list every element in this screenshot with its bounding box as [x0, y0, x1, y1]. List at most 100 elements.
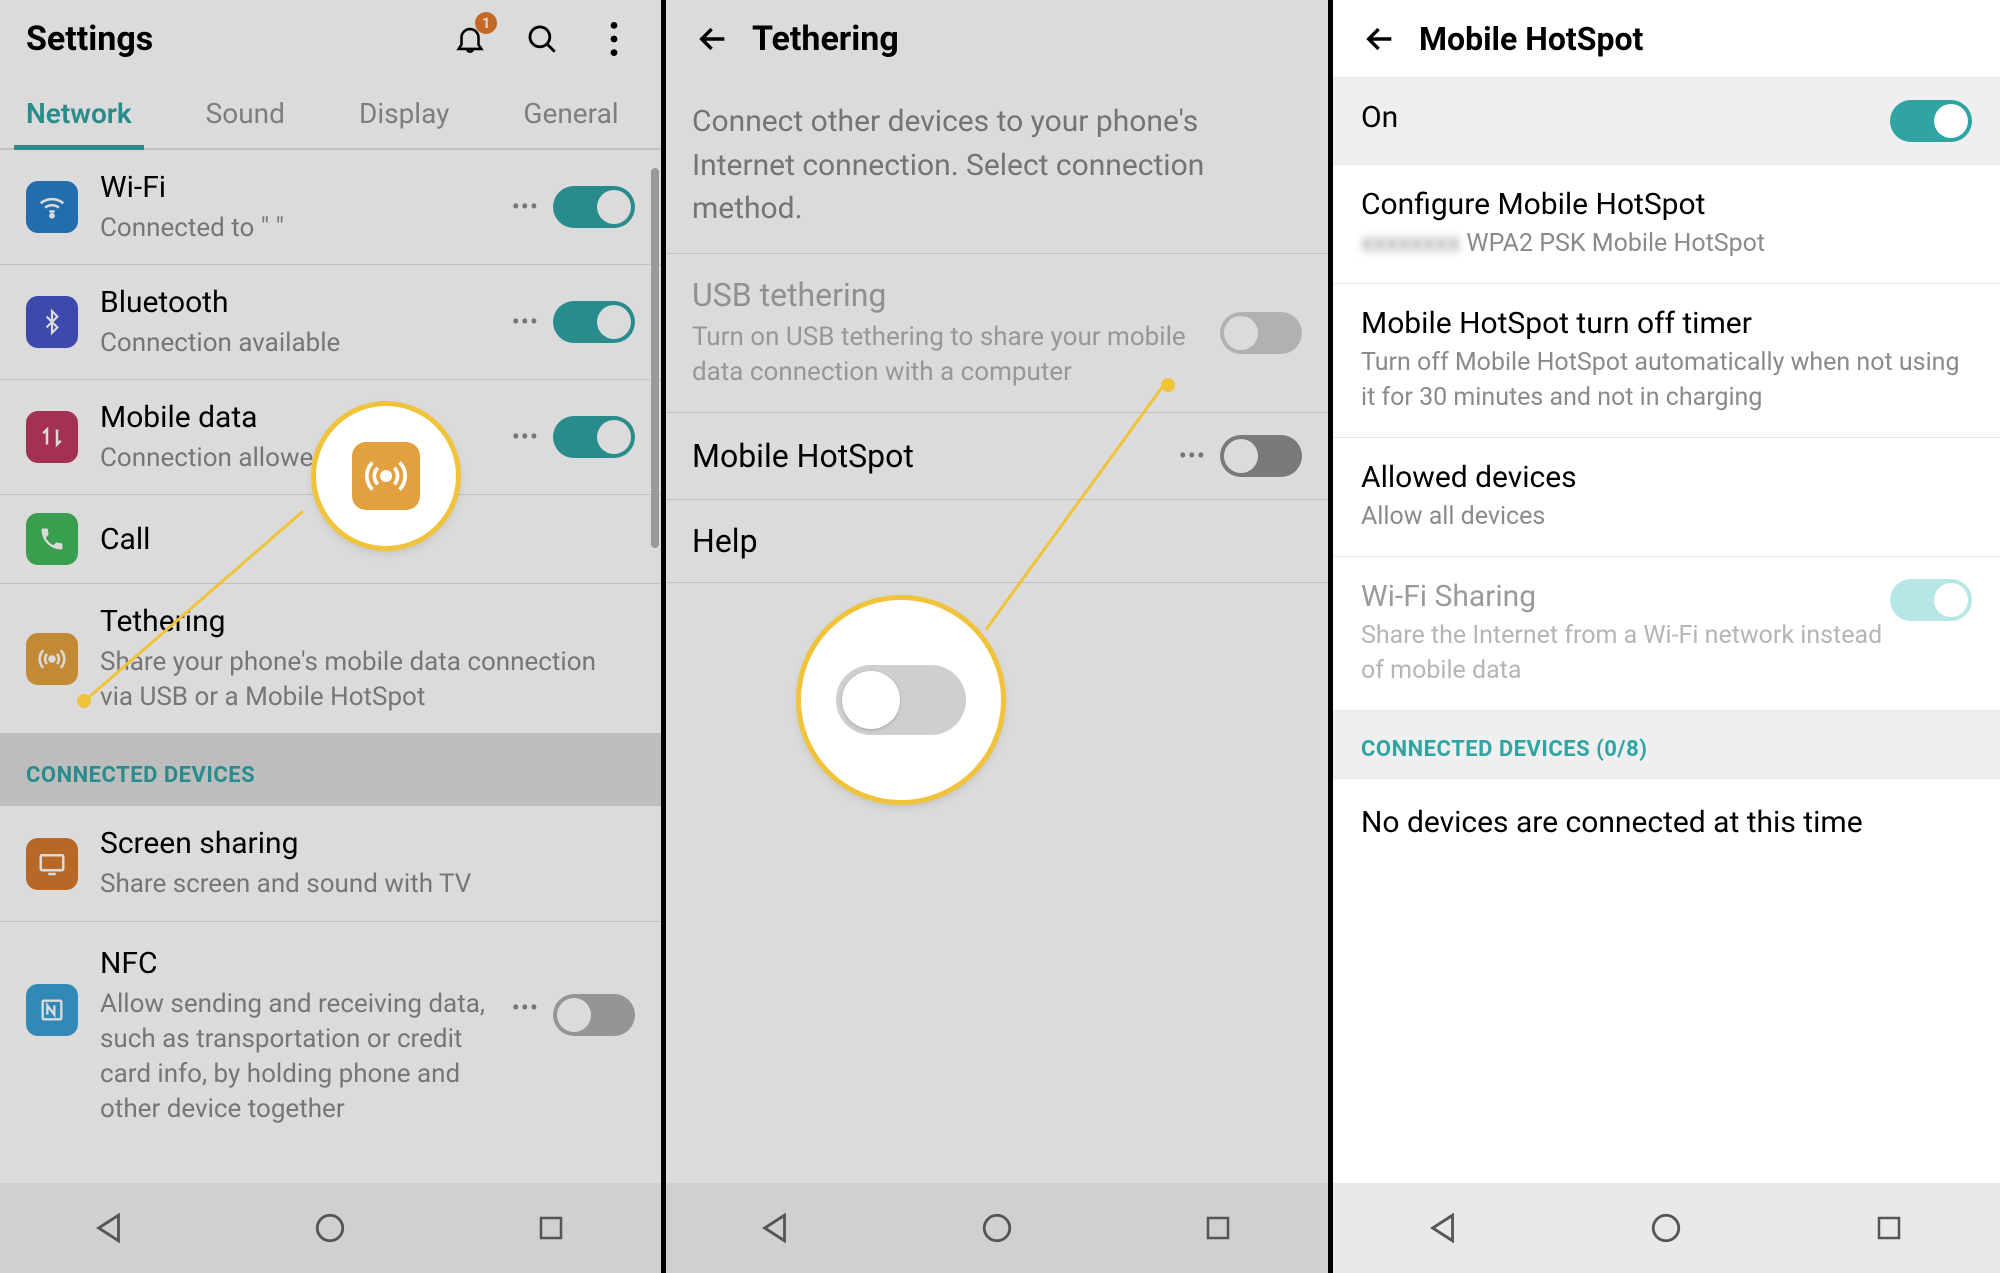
annotation-dot — [77, 694, 91, 708]
nav-recent-icon[interactable] — [529, 1206, 573, 1250]
nav-bar — [666, 1183, 1328, 1273]
nav-home-icon[interactable] — [975, 1206, 1019, 1250]
bt-title: Bluetooth — [100, 283, 498, 322]
tab-sound[interactable]: Sound — [206, 97, 285, 148]
tethering-callout-icon — [352, 442, 420, 510]
wifi-more-icon[interactable]: ••• — [498, 193, 553, 221]
row-mobile-hotspot[interactable]: Mobile HotSpot ••• — [666, 413, 1328, 500]
mobile-data-icon — [26, 411, 78, 463]
mobile-hotspot-pane: Mobile HotSpot On Configure Mobile HotSp… — [1333, 0, 2000, 1273]
row-wifi-sharing: Wi-Fi Sharing Share the Internet from a W… — [1333, 557, 2000, 711]
more-icon[interactable] — [593, 18, 635, 60]
bluetooth-icon — [26, 296, 78, 348]
tethering-header: Tethering — [666, 0, 1328, 78]
nfc-more-icon[interactable]: ••• — [498, 994, 553, 1022]
usb-title: USB tethering — [692, 276, 1220, 314]
mhs-title: Mobile HotSpot — [692, 437, 1165, 475]
row-wifi[interactable]: Wi-Fi Connected to " " ••• — [0, 150, 661, 265]
mhs-toggle[interactable] — [1220, 435, 1302, 477]
search-icon[interactable] — [521, 18, 563, 60]
nav-bar — [0, 1183, 661, 1273]
row-bluetooth[interactable]: Bluetooth Connection available ••• — [0, 265, 661, 380]
tethering-description: Connect other devices to your phone's In… — [666, 78, 1328, 254]
mob-toggle[interactable] — [553, 416, 635, 458]
cfg-sub: xxxxxxxx WPA2 PSK Mobile HotSpot WPA2 PS… — [1361, 226, 1972, 261]
mhs-more-icon[interactable]: ••• — [1165, 442, 1220, 470]
nav-back-icon[interactable] — [754, 1206, 798, 1250]
scr-title: Screen sharing — [100, 824, 635, 863]
call-icon — [26, 513, 78, 565]
teth-sub: Share your phone's mobile data connectio… — [100, 645, 635, 715]
nav-home-icon[interactable] — [308, 1206, 352, 1250]
toggle-callout — [801, 600, 1001, 800]
nav-back-icon[interactable] — [1422, 1206, 1466, 1250]
mhs-page-title: Mobile HotSpot — [1419, 20, 1643, 58]
allowed-title: Allowed devices — [1361, 460, 1972, 495]
wifi-sub: Connected to " " — [100, 211, 498, 246]
tethering-title: Tethering — [752, 19, 899, 59]
wifishare-title: Wi-Fi Sharing — [1361, 579, 1890, 614]
row-configure-hotspot[interactable]: Configure Mobile HotSpot xxxxxxxx WPA2 PS… — [1333, 165, 2000, 284]
usb-sub: Turn on USB tethering to share your mobi… — [692, 320, 1220, 390]
tab-network[interactable]: Network — [26, 97, 132, 148]
bt-more-icon[interactable]: ••• — [498, 308, 553, 336]
wifishare-toggle — [1890, 579, 1972, 621]
on-label: On — [1361, 100, 1890, 135]
settings-header: Settings 1 — [0, 0, 661, 78]
row-nfc[interactable]: NFC Allow sending and receiving data, suc… — [0, 922, 661, 1145]
annotation-dot — [1161, 378, 1175, 392]
nfc-icon — [26, 984, 78, 1036]
help-title: Help — [692, 522, 1302, 560]
nav-recent-icon[interactable] — [1196, 1206, 1240, 1250]
nfc-toggle[interactable] — [553, 994, 635, 1036]
timer-sub: Turn off Mobile HotSpot automatically wh… — [1361, 345, 1972, 415]
bt-toggle[interactable] — [553, 301, 635, 343]
nav-back-icon[interactable] — [88, 1206, 132, 1250]
nav-home-icon[interactable] — [1644, 1206, 1688, 1250]
tethering-callout — [316, 406, 456, 546]
scr-sub: Share screen and sound with TV — [100, 867, 635, 902]
row-turnoff-timer[interactable]: Mobile HotSpot turn off timer Turn off Mo… — [1333, 284, 2000, 438]
wifi-title: Wi-Fi — [100, 168, 498, 207]
tab-general[interactable]: General — [523, 97, 618, 148]
timer-title: Mobile HotSpot turn off timer — [1361, 306, 1972, 341]
nav-recent-icon[interactable] — [1867, 1206, 1911, 1250]
network-list: Wi-Fi Connected to " " ••• Bluetooth Conne… — [0, 150, 661, 1145]
cfg-ssid: xxxxxxxx — [1361, 229, 1460, 258]
tab-display[interactable]: Display — [359, 97, 449, 148]
tethering-icon — [26, 633, 78, 685]
nfc-sub: Allow sending and receiving data, such a… — [100, 987, 498, 1127]
hotspot-on-toggle[interactable] — [1890, 100, 1972, 142]
usb-toggle — [1220, 312, 1302, 354]
nav-bar — [1333, 1183, 2000, 1273]
row-help[interactable]: Help — [666, 500, 1328, 583]
back-icon[interactable] — [1359, 18, 1401, 60]
settings-pane: Settings 1 Network Sound Display General… — [0, 0, 666, 1273]
row-usb-tethering: USB tethering Turn on USB tethering to sh… — [666, 254, 1328, 413]
back-icon[interactable] — [692, 18, 734, 60]
wifi-toggle[interactable] — [553, 186, 635, 228]
bt-sub: Connection available — [100, 326, 498, 361]
connected-devices-header: CONNECTED DEVICES — [0, 733, 661, 806]
wifishare-sub: Share the Internet from a Wi-Fi network … — [1361, 618, 1890, 688]
row-hotspot-on[interactable]: On — [1333, 78, 2000, 165]
row-screen-sharing[interactable]: Screen sharing Share screen and sound wit… — [0, 806, 661, 921]
row-allowed-devices[interactable]: Allowed devices Allow all devices — [1333, 438, 2000, 557]
notification-badge: 1 — [475, 12, 497, 34]
screen-sharing-icon — [26, 838, 78, 890]
allowed-sub: Allow all devices — [1361, 499, 1972, 534]
toggle-callout-switch — [836, 665, 966, 735]
teth-title: Tethering — [100, 602, 635, 641]
notifications-icon[interactable]: 1 — [449, 18, 491, 60]
scrollbar-thumb[interactable] — [651, 168, 659, 548]
nfc-title: NFC — [100, 944, 498, 983]
settings-title: Settings — [26, 19, 153, 59]
wifi-icon — [26, 181, 78, 233]
cfg-title: Configure Mobile HotSpot — [1361, 187, 1972, 222]
tethering-pane: Tethering Connect other devices to your … — [666, 0, 1333, 1273]
mob-more-icon[interactable]: ••• — [498, 423, 553, 451]
no-devices-text: No devices are connected at this time — [1333, 779, 2000, 866]
mhs-header: Mobile HotSpot — [1333, 0, 2000, 78]
row-tethering[interactable]: Tethering Share your phone's mobile data … — [0, 584, 661, 733]
connected-devices-header: CONNECTED DEVICES (0/8) — [1333, 711, 2000, 779]
